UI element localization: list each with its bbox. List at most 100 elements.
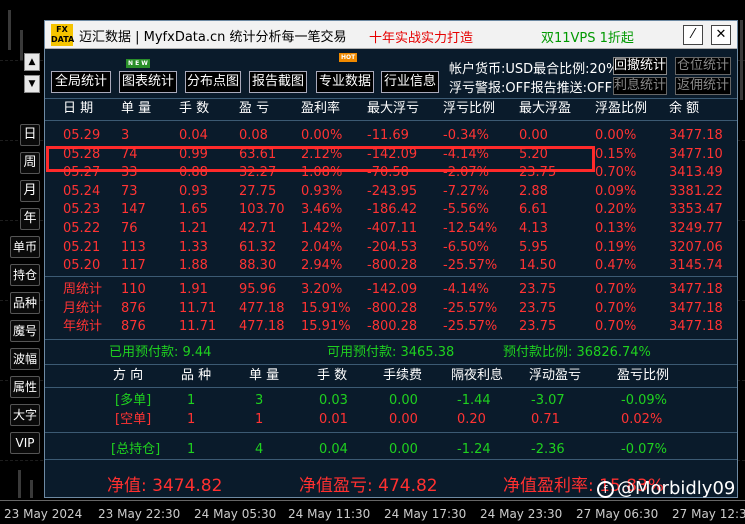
table-cell: 1.91: [179, 282, 208, 297]
table-cell: -11.69: [367, 128, 409, 143]
rebate-stats-button[interactable]: 返佣统计: [675, 77, 731, 95]
report-screenshot-button[interactable]: 报告截图: [249, 71, 307, 93]
table-cell: 0.00%: [595, 128, 637, 143]
table-cell: 63.61: [239, 146, 277, 162]
position-row: [总持仓] 1 4 0.04 0.00 -1.24 -2.36 -0.07%: [45, 441, 737, 459]
toolbar: ▲ ▼ 全局统计 图表统计 N E W 分布点图 报告截图 专业数据 HOT 行…: [24, 50, 737, 96]
title-bar: FX DATA 迈汇数据 | MyfxData.cn 统计分析每一笔交易 十年实…: [45, 21, 737, 49]
table-cell: 33: [121, 165, 138, 181]
table-cell: 0.93%: [301, 183, 343, 199]
table-cell: 117: [121, 258, 146, 274]
new-badge: N E W: [126, 59, 150, 68]
position-cell: -1.24: [457, 442, 491, 457]
table-row: 05.28 74 0.99 63.61 2.12% -142.09 -4.14% 5.20 0.…: [45, 146, 737, 164]
position-cell: 1: [255, 412, 264, 427]
position-cell: 1: [187, 442, 196, 457]
table-cell: 3.46%: [301, 202, 343, 218]
magic-number-button[interactable]: 魔号: [10, 320, 40, 342]
table-cell: -800.28: [367, 258, 418, 274]
pro-data-button[interactable]: 专业数据: [316, 71, 374, 93]
table-cell: -25.57%: [443, 258, 498, 274]
table-cell: 05.20: [63, 258, 101, 274]
stats-row: 年统计 876 11.71 477.18 15.91% -800.28 -25.57% 23.…: [45, 318, 737, 336]
vps-promo-link[interactable]: 双11VPS 1折起: [541, 27, 634, 46]
slogan: 十年实战实力打造: [369, 31, 474, 46]
table-cell: -142.09: [367, 282, 418, 297]
scroll-up-icon[interactable]: ▲: [24, 53, 40, 71]
position-cell: 3: [255, 393, 264, 408]
minimize-button[interactable]: ⁄: [683, 25, 703, 45]
volatility-button[interactable]: 波幅: [10, 348, 40, 370]
account-info-line2: 浮亏警报:OFF报告推送:OFF: [449, 81, 613, 96]
interest-stats-button[interactable]: 利息统计: [613, 77, 667, 95]
vip-button[interactable]: VIP: [10, 432, 40, 454]
close-button[interactable]: ✕: [711, 25, 731, 45]
table-cell: 3.20%: [301, 282, 343, 297]
table-cell: 0.19%: [595, 239, 637, 255]
table-cell: 0.15%: [595, 146, 637, 162]
position-cell: [总持仓]: [111, 442, 161, 457]
large-font-button[interactable]: 大字: [10, 404, 40, 426]
period-year-button[interactable]: 年: [20, 208, 40, 230]
table-cell: -6.50%: [443, 239, 489, 255]
table-cell: -2.07%: [443, 165, 489, 181]
table-cell: 61.32: [239, 239, 277, 255]
position-cell: 0.00: [389, 442, 418, 457]
table-cell: 477.18: [239, 300, 285, 316]
symbol-button[interactable]: 品种: [10, 292, 40, 314]
table-cell: 14.50: [519, 258, 557, 274]
period-day-button[interactable]: 日: [20, 124, 40, 146]
industry-info-button[interactable]: 行业信息: [381, 71, 439, 93]
table-cell: 113: [121, 239, 146, 255]
margin-level: 预付款比例: 36826.74%: [503, 345, 651, 360]
table-cell: 5.20: [519, 146, 548, 162]
period-month-button[interactable]: 月: [20, 180, 40, 202]
table-row: 05.20 117 1.88 88.30 2.94% -800.28 -25.57% 14.5…: [45, 257, 737, 275]
table-cell: 0.00%: [301, 128, 343, 143]
table-cell: -4.14%: [443, 146, 489, 162]
position-cell: -2.36: [531, 442, 565, 457]
scroll-down-icon[interactable]: ▼: [24, 75, 40, 93]
drawdown-stats-button[interactable]: 回撤统计: [613, 57, 667, 75]
chart-window: 日 周 月 年 单币 持仓 品种 魔号 波幅 属性 大字 VIP FX DATA…: [0, 0, 745, 524]
attributes-button[interactable]: 属性: [10, 376, 40, 398]
distribution-chart-button[interactable]: 分布点图: [185, 71, 241, 93]
table-cell: 05.28: [63, 146, 101, 162]
free-margin: 可用预付款: 3465.38: [327, 345, 455, 360]
chart-stats-button[interactable]: 图表统计: [119, 71, 177, 93]
table-cell: 3381.22: [669, 183, 723, 199]
table-cell: 3477.18: [669, 282, 723, 297]
table-cell: 0.04: [179, 128, 208, 143]
table-cell: -4.14%: [443, 282, 489, 297]
table-cell: 0.70%: [595, 165, 637, 181]
time-axis-label: 24 May 23:30: [480, 507, 563, 521]
position-cell: 0.20: [457, 412, 486, 427]
holdings-button[interactable]: 持仓: [10, 264, 40, 286]
table-cell: -407.11: [367, 221, 418, 236]
position-cell: 0.71: [531, 412, 560, 427]
table-cell: 年统计: [63, 319, 103, 334]
window-title: 迈汇数据 | MyfxData.cn 统计分析每一笔交易: [79, 30, 347, 45]
table-cell: 42.71: [239, 221, 277, 236]
net-value: 净值: 3474.82: [107, 476, 223, 496]
table-cell: 0.47%: [595, 258, 637, 274]
watermark: f @Morbidly09: [597, 478, 735, 499]
table-cell: 876: [121, 300, 146, 316]
period-week-button[interactable]: 周: [20, 152, 40, 174]
table-cell: 3413.49: [669, 165, 723, 181]
table-cell: 0.20%: [595, 202, 637, 218]
position-cell: 0.00: [389, 393, 418, 408]
table-cell: 103.70: [239, 202, 285, 218]
position-cell: -0.09%: [621, 393, 667, 408]
time-axis-label: 24 May 05:30: [194, 507, 277, 521]
table-cell: -186.42: [367, 202, 418, 218]
table-cell: 11.71: [179, 319, 217, 334]
single-currency-button[interactable]: 单币: [10, 236, 40, 258]
position-stats-button[interactable]: 仓位统计: [675, 57, 731, 75]
table-cell: 3477.18: [669, 128, 723, 143]
global-stats-button[interactable]: 全局统计: [51, 71, 111, 93]
table-cell: -25.57%: [443, 319, 498, 334]
position-cell: [空单]: [115, 412, 152, 427]
table-cell: 0.99: [179, 146, 208, 162]
table-cell: -243.95: [367, 183, 418, 199]
